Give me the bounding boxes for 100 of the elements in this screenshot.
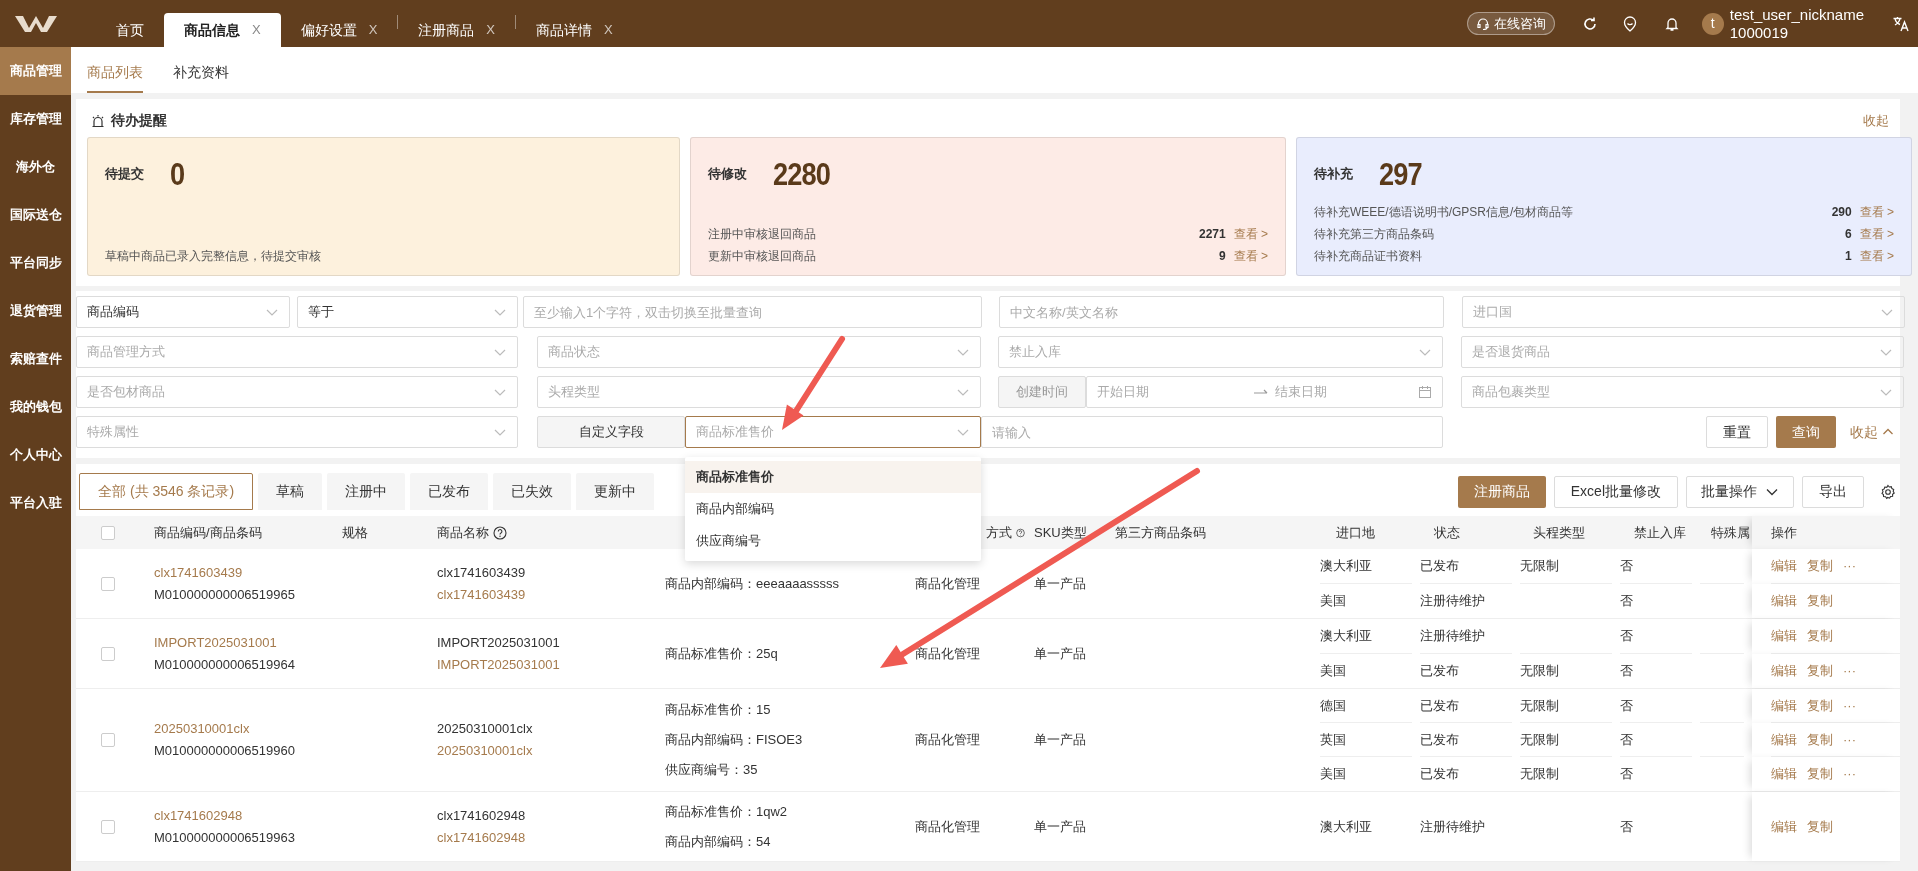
action-link[interactable]: ··· — [1843, 556, 1856, 576]
checkbox[interactable] — [101, 525, 115, 540]
search-button[interactable]: 查询 — [1776, 416, 1836, 448]
help-icon[interactable] — [493, 525, 507, 540]
sidebar-item[interactable]: 平台同步 — [0, 239, 71, 287]
action-link[interactable]: 编辑 — [1771, 626, 1797, 646]
close-button[interactable]: X — [252, 20, 261, 40]
sidebar-item[interactable]: 国际送仓 — [0, 191, 71, 239]
select-field[interactable]: 商品标准售价 — [685, 416, 981, 448]
action-link[interactable]: ··· — [1843, 695, 1856, 716]
action-link[interactable]: 编辑 — [1771, 729, 1797, 750]
action-link[interactable]: 编辑 — [1771, 556, 1797, 576]
select-field[interactable]: 是否退货商品 — [1461, 336, 1904, 368]
help-icon[interactable] — [1016, 525, 1025, 540]
dropdown-option[interactable]: 商品内部编码 — [685, 493, 981, 525]
action-link[interactable]: 复制 — [1807, 556, 1833, 576]
action-link[interactable]: 复制 — [1807, 661, 1833, 681]
action-link[interactable]: 复制 — [1807, 816, 1833, 837]
consult-button[interactable]: 在线咨询 — [1466, 12, 1555, 35]
view-link[interactable]: 查看 > — [1859, 225, 1894, 243]
dropdown-option[interactable]: 供应商编号 — [685, 525, 981, 557]
select-field[interactable]: 等于 — [297, 296, 518, 328]
sidebar-item[interactable]: 商品管理 — [0, 47, 71, 95]
select-field[interactable]: 头程类型 — [537, 376, 981, 408]
top-tab[interactable]: 偏好设置 X — [280, 13, 398, 47]
action-link[interactable]: 复制 — [1807, 591, 1833, 611]
close-button[interactable]: X — [368, 20, 378, 40]
top-tab[interactable]: 商品详情 X — [516, 13, 633, 47]
code-link[interactable]: clx1741603439 — [154, 561, 330, 584]
collapse-link[interactable]: 收起 — [1850, 421, 1894, 443]
sidebar-item[interactable]: 个人中心 — [0, 431, 71, 479]
sub-tab[interactable]: 商品列表 — [87, 53, 143, 93]
dropdown-option[interactable]: 商品标准售价 — [685, 461, 981, 493]
code-link[interactable]: IMPORT2025031001 — [154, 631, 330, 654]
view-link[interactable]: 查看 > — [1233, 247, 1268, 265]
close-button[interactable]: X — [486, 20, 495, 40]
status-tab[interactable]: 草稿 — [258, 473, 323, 510]
code-link[interactable]: 20250310001clx — [154, 718, 330, 740]
status-tab[interactable]: 已发布 — [410, 473, 489, 510]
status-tab[interactable]: 更新中 — [576, 473, 655, 510]
name-code-link[interactable]: clx1741602948 — [437, 826, 665, 849]
select-field[interactable]: 商品编码 — [76, 296, 290, 328]
select-field[interactable]: 是否包材商品 — [76, 376, 518, 408]
action-link[interactable]: ··· — [1843, 764, 1856, 784]
select-field[interactable]: 特殊属性 — [76, 416, 518, 448]
reset-button[interactable]: 重置 — [1706, 416, 1768, 448]
sidebar-item[interactable]: 我的钱包 — [0, 383, 71, 431]
view-link[interactable]: 查看 > — [1859, 247, 1894, 265]
top-tab[interactable]: 注册商品 X — [398, 13, 515, 47]
input-field[interactable]: 至少输入1个字符，双击切换至批量查询 — [523, 296, 982, 328]
sub-tab[interactable]: 补充资料 — [173, 53, 229, 93]
sidebar-item[interactable]: 库存管理 — [0, 95, 71, 143]
action-link[interactable]: 编辑 — [1771, 661, 1797, 681]
top-tab[interactable]: 首页 — [96, 13, 164, 47]
refresh-icon[interactable] — [1581, 15, 1598, 32]
user-avatar[interactable]: t — [1701, 12, 1724, 35]
sidebar-item[interactable]: 索赔查件 — [0, 335, 71, 383]
status-tab[interactable]: 全部 (共 3546 条记录) — [79, 473, 254, 510]
name-code-link[interactable]: clx1741603439 — [437, 583, 665, 606]
sidebar-item[interactable]: 海外仓 — [0, 143, 71, 191]
select-field[interactable]: 商品包裹类型 — [1461, 376, 1904, 408]
translate-icon[interactable] — [1892, 14, 1910, 33]
action-link[interactable]: 编辑 — [1771, 764, 1797, 784]
action-link[interactable]: ··· — [1843, 661, 1856, 681]
menu-button[interactable]: 批量操作 — [1686, 475, 1794, 508]
sidebar-item[interactable]: 退货管理 — [0, 287, 71, 335]
action-link[interactable]: 编辑 — [1771, 816, 1797, 837]
select-field[interactable]: 禁止入库 — [998, 336, 1443, 368]
status-tab[interactable]: 注册中 — [327, 473, 406, 510]
close-button[interactable]: X — [604, 20, 613, 40]
logo-icon[interactable] — [13, 13, 58, 34]
sidebar-item[interactable]: 平台入驻 — [0, 479, 71, 527]
name-code-link[interactable]: IMPORT2025031001 — [437, 653, 665, 676]
status-tab[interactable]: 已失效 — [493, 473, 572, 510]
bell-icon[interactable] — [1663, 15, 1680, 32]
select-field[interactable]: 商品状态 — [537, 336, 981, 368]
checkbox[interactable] — [101, 733, 115, 747]
checkbox[interactable] — [101, 576, 115, 591]
checkbox[interactable] — [101, 819, 115, 834]
select-field[interactable]: 商品管理方式 — [76, 336, 518, 368]
view-link[interactable]: 查看 > — [1859, 203, 1894, 221]
checkbox[interactable] — [101, 646, 115, 661]
action-link[interactable]: 复制 — [1807, 695, 1833, 716]
action-link[interactable]: 复制 — [1807, 729, 1833, 750]
action-link[interactable]: ··· — [1843, 729, 1856, 750]
action-link[interactable]: 复制 — [1807, 626, 1833, 646]
action-link[interactable]: 编辑 — [1771, 695, 1797, 716]
action-link[interactable]: 编辑 — [1771, 591, 1797, 611]
collapse-link[interactable]: 收起 — [1863, 110, 1889, 131]
settings-icon[interactable] — [1880, 483, 1896, 500]
top-tab[interactable]: 商品信息 X — [164, 13, 281, 47]
input-field[interactable]: 请输入 — [981, 416, 1443, 448]
input-field[interactable]: 中文名称/英文名称 — [999, 296, 1444, 328]
date-range-field[interactable]: 开始日期 结束日期 — [1086, 376, 1443, 408]
select-field[interactable]: 进口国 — [1462, 296, 1905, 328]
register-button[interactable]: 注册商品 — [1457, 475, 1546, 508]
action-link[interactable]: 复制 — [1807, 764, 1833, 784]
view-link[interactable]: 查看 > — [1233, 225, 1268, 243]
location-pin-icon[interactable] — [1621, 15, 1638, 32]
toolbar-button[interactable]: 导出 — [1802, 475, 1864, 508]
